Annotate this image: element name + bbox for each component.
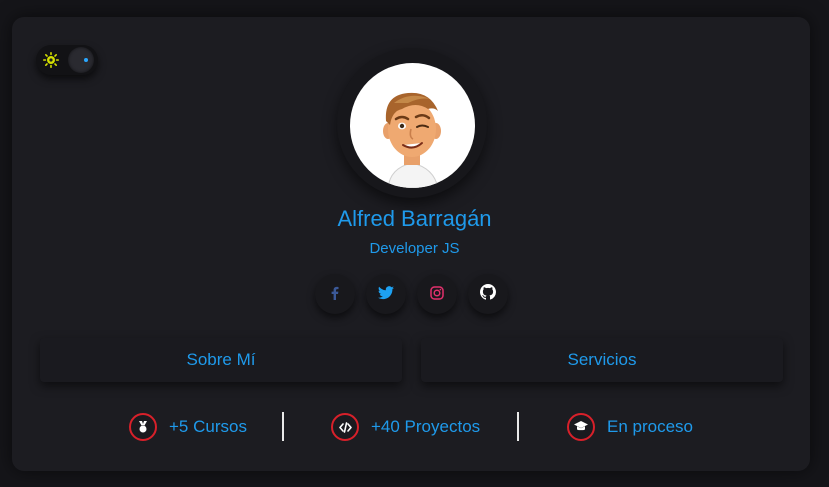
- stat-courses: +5 Cursos: [129, 412, 247, 442]
- facebook-link[interactable]: [315, 274, 355, 314]
- github-icon: [480, 284, 496, 304]
- medal-icon: [129, 413, 157, 441]
- code-icon: [331, 413, 359, 441]
- toggle-knob[interactable]: [68, 47, 94, 73]
- profile-role: Developer JS: [369, 240, 460, 257]
- stat-courses-label: +5 Cursos: [169, 417, 247, 436]
- twitter-icon: [378, 285, 394, 304]
- social-links: [315, 274, 515, 314]
- facebook-icon: [328, 285, 342, 304]
- profile-name: Alfred Barragán: [337, 206, 492, 231]
- instagram-icon: [430, 285, 444, 304]
- stat-projects: +40 Proyectos: [331, 412, 480, 442]
- sun-icon: [42, 51, 60, 69]
- theme-toggle[interactable]: [36, 45, 98, 75]
- avatar: [350, 63, 475, 188]
- avatar-frame: [337, 48, 487, 198]
- stat-studies: En proceso: [567, 412, 693, 442]
- instagram-link[interactable]: [417, 274, 457, 314]
- stat-projects-label: +40 Proyectos: [371, 417, 481, 436]
- twitter-link[interactable]: [366, 274, 406, 314]
- services-button[interactable]: Servicios: [421, 338, 783, 382]
- stat-divider: [517, 412, 519, 441]
- about-button[interactable]: Sobre Mí: [40, 338, 402, 382]
- stat-divider: [282, 412, 284, 441]
- stat-studies-label: En proceso: [607, 417, 693, 436]
- graduation-cap-icon: [567, 413, 595, 441]
- github-link[interactable]: [468, 274, 508, 314]
